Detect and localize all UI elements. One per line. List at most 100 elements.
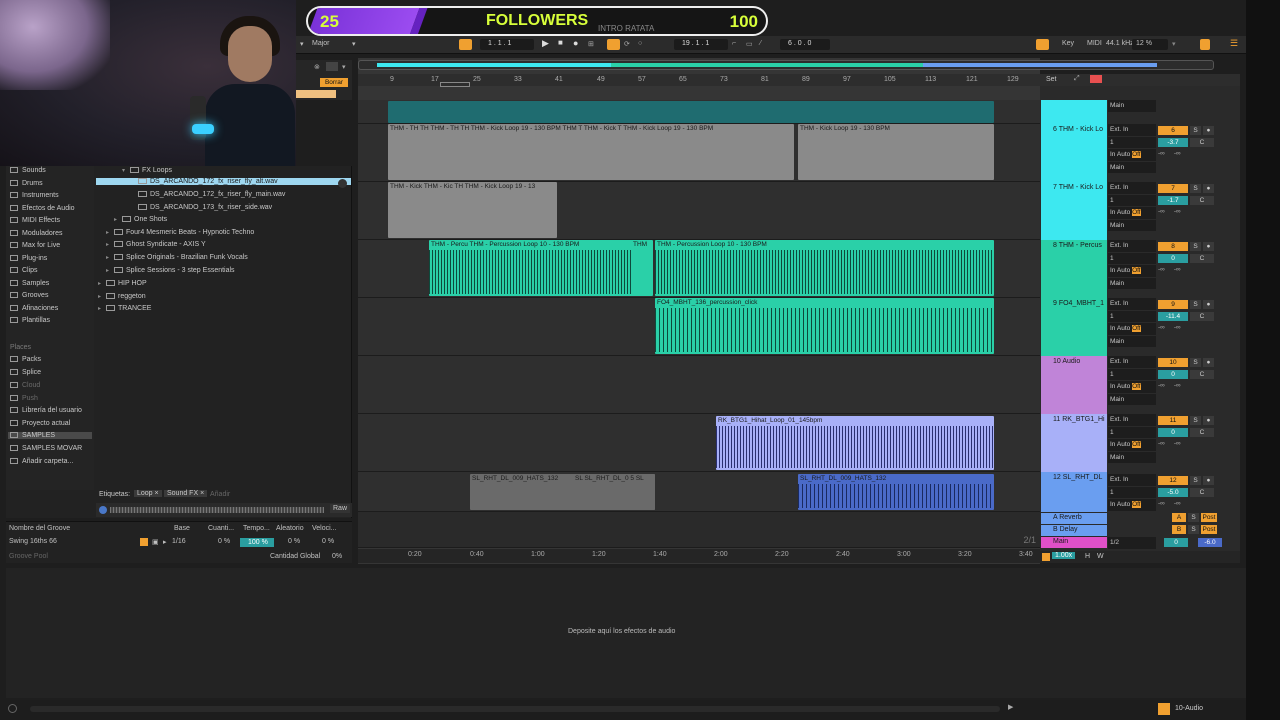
tag-chip-loop[interactable]: Loop × [134, 490, 162, 497]
input-type[interactable]: Ext. In [1108, 414, 1156, 426]
solo-button[interactable]: S [1190, 358, 1201, 367]
loop-icon[interactable]: ⟳ [624, 40, 630, 48]
info-icon[interactable] [8, 704, 17, 713]
track-lane-6[interactable]: THM - TH TH THM - TH TH THM - Kick Loop … [358, 124, 1040, 182]
volume-value[interactable]: 0 [1158, 370, 1188, 379]
groove-save-icon[interactable]: ▣ [152, 538, 159, 546]
loop-brace[interactable] [440, 82, 470, 87]
solo-button[interactable]: S [1188, 525, 1199, 534]
global-amount-value[interactable]: 0% [332, 553, 342, 560]
arrangement-overview[interactable] [358, 60, 1214, 70]
return-a-key[interactable]: A [1172, 513, 1186, 522]
track-activator[interactable]: 12 [1158, 476, 1188, 485]
clip-sl-hats-short[interactable]: SL SL_RHT_DL_0 5 SL [573, 474, 655, 510]
clip[interactable] [388, 101, 994, 123]
monitor-mode[interactable]: In Auto Off [1108, 381, 1156, 393]
sidebar-item-instruments[interactable]: Instruments [10, 192, 59, 199]
pan-value[interactable]: C [1190, 488, 1214, 497]
file-row[interactable]: DS_ARCANDO_172_fx_riser_fly_main.wav [138, 191, 285, 198]
sidebar-item-sounds[interactable]: Sounds [10, 167, 46, 174]
time-ruler[interactable]: 0:20 0:40 1:00 1:20 1:40 2:00 2:20 2:40 … [358, 549, 1040, 563]
track-header-8[interactable]: 8 THM - Percus [1041, 240, 1107, 298]
scale-dropdown-icon[interactable]: ▾ [352, 40, 356, 48]
volume-value[interactable]: 0 [1158, 428, 1188, 437]
play-arrow-icon[interactable]: ▶ [1008, 703, 1013, 711]
sidebar-item-plugins[interactable]: Plug-ins [10, 255, 47, 262]
track-activator[interactable]: 11 [1158, 416, 1188, 425]
delete-button[interactable]: Borrar [320, 78, 348, 87]
sidebar-item-tunings[interactable]: Afinaciones [10, 305, 58, 312]
folder-row[interactable]: ▸ Splice Originals - Brazilian Funk Vocal… [106, 254, 248, 261]
input-type[interactable]: Ext. In [1108, 124, 1156, 136]
track-header-10[interactable]: 10 Audio [1041, 356, 1107, 414]
folder-row[interactable]: ▸ Four4 Mesmeric Beats - Hypnotic Techno [106, 229, 254, 236]
post-button[interactable]: Post [1201, 513, 1217, 522]
pan-value[interactable]: C [1190, 254, 1214, 263]
input-type[interactable]: Ext. In [1108, 298, 1156, 310]
output-select[interactable]: Main [1108, 277, 1156, 289]
place-user-library[interactable]: Librería del usuario [10, 407, 82, 414]
key-map-button[interactable]: Key [1062, 40, 1074, 47]
input-channel[interactable]: 1 [1108, 252, 1156, 264]
volume-value[interactable]: -1.7 [1158, 196, 1188, 205]
output-select[interactable]: Main [1108, 161, 1156, 173]
input-channel[interactable]: 1 [1108, 368, 1156, 380]
pan-value[interactable]: C [1190, 196, 1214, 205]
scale-select[interactable]: Major [312, 40, 330, 47]
return-track-a[interactable]: A Reverb [1041, 513, 1107, 524]
groove-random[interactable]: 0 % [288, 538, 300, 545]
track-header-12[interactable]: 12 SL_RHT_DL [1041, 472, 1107, 512]
folder-row[interactable]: ▸ Splice Sessions - 3 step Essentials [106, 267, 235, 274]
sidebar-item-audio-effects[interactable]: Efectos de Audio [10, 205, 75, 212]
sidebar-item-grooves[interactable]: Grooves [10, 292, 48, 299]
track-header-11[interactable]: 11 RK_BTG1_Hi [1041, 414, 1107, 472]
solo-button[interactable]: S [1190, 242, 1201, 251]
clip-sl-hats-2[interactable]: SL_RHT_DL_009_HATS_132 [798, 474, 994, 510]
solo-button[interactable]: S [1190, 300, 1201, 309]
output-select[interactable]: Main [1108, 219, 1156, 231]
clear-search-icon[interactable]: ⊗ [314, 63, 320, 71]
track-lane-10[interactable] [358, 356, 1040, 414]
follow-button[interactable] [459, 39, 472, 50]
place-samples[interactable]: SAMPLES [8, 432, 92, 439]
groove-base[interactable]: 1/16 [172, 538, 186, 545]
folder-row-reggeton[interactable]: ▸ reggeton [98, 293, 146, 300]
solo-button[interactable]: S [1190, 476, 1201, 485]
clip-percussion-short[interactable]: THM [631, 240, 653, 296]
stop-icon[interactable]: ■ [558, 38, 563, 47]
sidebar-item-midi-effects[interactable]: MIDI Effects [10, 217, 60, 224]
solo-button[interactable]: S [1188, 513, 1199, 522]
folder-row-trancee[interactable]: ▸ TRANCEE [98, 305, 151, 312]
input-channel[interactable]: 1 [1108, 194, 1156, 206]
groove-hotswap-icon[interactable] [140, 538, 148, 546]
pencil-button[interactable] [1036, 39, 1049, 50]
device-view[interactable]: Deposite aquí los efectos de audio [6, 568, 1246, 698]
solo-button[interactable]: S [1190, 184, 1201, 193]
track-activator[interactable]: 10 [1158, 358, 1188, 367]
clip-fo4-percussion[interactable]: FO4_MBHT_136_percussion_click [655, 298, 994, 354]
clip-percussion-loop[interactable]: THM - Percu THM - Percussion Loop 10 - 1… [429, 240, 651, 296]
pan-value[interactable]: C [1190, 138, 1214, 147]
punch-icon[interactable]: ○ [638, 40, 642, 47]
output-select[interactable]: Main [1108, 451, 1156, 463]
track-lane-12[interactable]: SL_RHT_DL_009_HATS_132 SL SL_RHT_DL_0 5 … [358, 472, 1040, 512]
monitor-mode[interactable]: In Auto Off [1108, 323, 1156, 335]
monitor-mode[interactable]: In Auto Off [1108, 265, 1156, 277]
clip-hihat-loop[interactable]: RK_BTG1_Hihat_Loop_01_145bpm [716, 416, 994, 470]
preview-waveform[interactable] [110, 507, 324, 513]
pan-value[interactable]: C [1190, 312, 1214, 321]
search-field[interactable] [296, 90, 336, 98]
groove-play-icon[interactable]: ▸ [163, 538, 167, 546]
play-icon[interactable]: ▶ [542, 38, 549, 49]
arm-button[interactable]: ● [1203, 126, 1214, 135]
place-cloud[interactable]: Cloud [10, 382, 40, 389]
monitor-mode[interactable]: In Auto Off [1108, 207, 1156, 219]
output-select[interactable]: Main [1108, 335, 1156, 347]
place-push[interactable]: Push [10, 395, 38, 402]
filter-icon[interactable] [326, 62, 338, 71]
input-type[interactable]: Ext. In [1108, 474, 1156, 486]
add-folder[interactable]: Añadir carpeta... [10, 458, 73, 465]
track-header-7[interactable]: 7 THM - Kick Lo [1041, 182, 1107, 240]
return-track-b[interactable]: B Delay [1041, 525, 1107, 536]
preview-toggle-icon[interactable] [338, 179, 347, 188]
